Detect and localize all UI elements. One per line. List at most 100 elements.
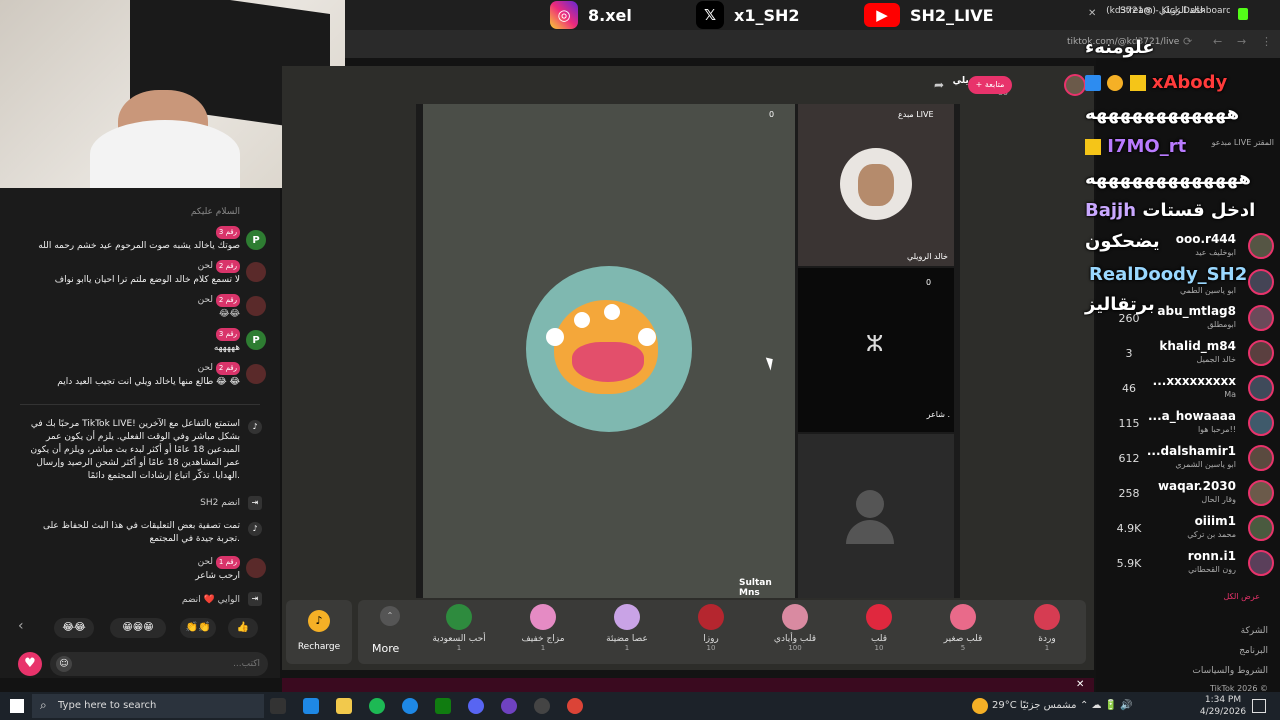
gift-name: قلب وأيادي xyxy=(773,634,817,644)
file-explorer-icon[interactable] xyxy=(336,698,352,714)
app-icon[interactable] xyxy=(501,698,517,714)
tiktok-icon: ♪ xyxy=(248,522,262,536)
x-handle: 𝕏 x1_SH2 xyxy=(696,0,800,30)
ranking-row[interactable]: 4.9K oiiim1 محمد بن تركي xyxy=(1096,512,1280,546)
host-avatar[interactable] xyxy=(1064,74,1086,96)
discord-icon[interactable] xyxy=(468,698,484,714)
host-face xyxy=(858,164,894,206)
recharge-button[interactable]: ♪ Recharge xyxy=(286,600,352,664)
spotify-icon[interactable] xyxy=(369,698,385,714)
rosa-icon xyxy=(698,604,724,630)
guest-name: Sultan Mns xyxy=(739,578,772,598)
close-icon[interactable]: ✕ xyxy=(1076,679,1084,690)
gift-price: 10 xyxy=(874,644,884,652)
chat-user: لحن رقم 2 xyxy=(0,362,240,375)
guest-count: 0 xyxy=(926,278,932,287)
footer-link[interactable]: البرنامج xyxy=(1170,646,1268,656)
share-icon[interactable]: ➦ xyxy=(934,78,944,92)
overlay-text: يضحكون xyxy=(1085,231,1160,252)
gift-item[interactable]: مزاج خفيف 1 xyxy=(508,600,578,660)
heart-like-button[interactable]: ♥ xyxy=(18,652,42,676)
x-logo-icon: 𝕏 xyxy=(696,1,724,29)
show-all-link[interactable]: عرض الكل xyxy=(1180,592,1260,601)
weather-text[interactable]: 29°C مشمس جزئيًا xyxy=(992,700,1076,711)
gift-name: أحب السعودية xyxy=(432,634,486,644)
ranking-row[interactable]: 258 waqar.2030 وقار الحال xyxy=(1096,477,1280,511)
monster-eye xyxy=(546,328,564,346)
ranking-avatar xyxy=(1248,305,1274,331)
ranking-avatar xyxy=(1248,480,1274,506)
gift-tray: ⌃ More وردة 1 قلب صغير 5 قلب 10 قلب وأيادي 1… xyxy=(358,600,1086,664)
quick-emoji-button[interactable]: 👏👏 xyxy=(180,618,216,638)
chrome-icon[interactable] xyxy=(567,698,583,714)
gift-price: 1 xyxy=(1044,644,1050,652)
ranking-row[interactable]: 3 khalid_m84 خالد الجميل xyxy=(1096,337,1280,371)
tab-close-icon[interactable]: ✕ xyxy=(1088,8,1096,19)
gift-item[interactable]: أحب السعودية 1 xyxy=(424,600,494,660)
guest-tile-empty[interactable] xyxy=(798,434,954,598)
welcome-message: مرحبًا بك في TikTok LIVE! استمتع بالتفاع… xyxy=(30,419,240,481)
gift-item[interactable]: قلب 10 xyxy=(844,600,914,660)
youtube-text: SH2_LIVE xyxy=(910,5,994,25)
footer-link[interactable]: الشركة xyxy=(1170,626,1268,636)
ranking-row[interactable]: 46 ...xxxxxxxxx Ma xyxy=(1096,372,1280,406)
heart-hands-icon xyxy=(782,604,808,630)
task-view-icon[interactable] xyxy=(270,698,286,714)
gift-item[interactable]: وردة 1 xyxy=(1012,600,1082,660)
badge-icon xyxy=(1085,75,1101,91)
back-icon[interactable]: ← xyxy=(1213,35,1222,48)
ranking-user: khalid_m84 xyxy=(1159,339,1236,353)
browser-tab-kick[interactable]: Stream - Kick Dashboard xyxy=(1120,6,1230,24)
overlay-line: I7MO_rt xyxy=(1085,136,1186,157)
chevron-up-icon[interactable]: ⌃ xyxy=(380,606,400,626)
tray-icons[interactable]: ⌃ ☁ 🔋 🔊 xyxy=(1080,700,1133,711)
overlay-text: هههههههههههههه xyxy=(1085,168,1251,189)
more-gifts-button[interactable]: More xyxy=(372,642,399,655)
clock-date[interactable]: 4/29/2026 xyxy=(1198,707,1248,717)
xbox-icon[interactable] xyxy=(435,698,451,714)
quick-emoji-button[interactable]: 😂😂 xyxy=(54,618,94,638)
overlay-line: علومنهء xyxy=(1085,37,1155,58)
quick-emoji-button[interactable]: 👍 xyxy=(228,618,258,638)
obs-icon[interactable] xyxy=(534,698,550,714)
follow-button[interactable]: + متابعة xyxy=(968,76,1012,94)
ranking-row[interactable]: 115 ...a_howaaaa مرحبا هوا!! xyxy=(1096,407,1280,441)
menu-icon[interactable]: ⋮ xyxy=(1261,35,1272,48)
clock-time[interactable]: 1:34 PM xyxy=(1198,695,1248,705)
ranking-sub: ابو ياسين الشمري xyxy=(1175,460,1236,469)
gift-item[interactable]: قلب صغير 5 xyxy=(928,600,998,660)
notification-center-icon[interactable] xyxy=(1252,699,1266,713)
chat-input-field[interactable] xyxy=(80,656,260,672)
recharge-label: Recharge xyxy=(297,642,341,652)
youtube-handle: ▶ SH2_LIVE xyxy=(864,0,994,30)
forward-icon[interactable]: → xyxy=(1237,35,1246,48)
ranking-sub: محمد بن تركي xyxy=(1187,530,1236,539)
guest-tile-dark[interactable]: 0 ⵣ شاعر . xyxy=(798,268,954,432)
ranking-sub: رون القحطاني xyxy=(1188,565,1236,574)
taskbar-search[interactable]: ⌕ Type here to search xyxy=(32,694,264,718)
gift-name: عصا مضيئة xyxy=(606,634,648,644)
ranking-user: oiiim1 xyxy=(1194,514,1236,528)
reload-icon[interactable]: ⟳ xyxy=(1183,35,1192,48)
chat-message: طالع منها ياخالد ويلي انت تجيب العيد داي… xyxy=(57,377,240,387)
play-store-icon[interactable] xyxy=(303,698,319,714)
person-placeholder-body xyxy=(846,520,894,544)
windows-start-icon[interactable] xyxy=(10,699,24,713)
ranking-avatar xyxy=(1248,445,1274,471)
chat-input[interactable]: ☺ xyxy=(50,652,268,676)
quick-emoji-button[interactable]: 😁😁😁 xyxy=(110,618,166,638)
footer-link[interactable]: الشروط والسياسات xyxy=(1170,666,1268,676)
gift-item[interactable]: عصا مضيئة 1 xyxy=(592,600,662,660)
search-icon: ⌕ xyxy=(40,698,47,712)
ranking-row[interactable]: 612 ...dalshamir1 ابو ياسين الشمري xyxy=(1096,442,1280,476)
gift-item[interactable]: روزا 10 xyxy=(676,600,746,660)
mood-icon xyxy=(530,604,556,630)
guest-tile-host[interactable]: مبدع LIVE خالد الرويلي xyxy=(798,104,954,266)
guest-tile-main[interactable]: 0 Sultan Mns xyxy=(423,104,795,598)
edge-icon[interactable] xyxy=(402,698,418,714)
ranking-row[interactable]: 5.9K ronn.i1 رون القحطاني xyxy=(1096,547,1280,581)
gift-item[interactable]: قلب وأيادي 100 xyxy=(760,600,830,660)
notification-bar: ✕ xyxy=(282,678,1094,692)
chevron-left-icon[interactable]: ‹ xyxy=(18,618,24,634)
emoji-picker-icon[interactable]: ☺ xyxy=(56,656,72,672)
